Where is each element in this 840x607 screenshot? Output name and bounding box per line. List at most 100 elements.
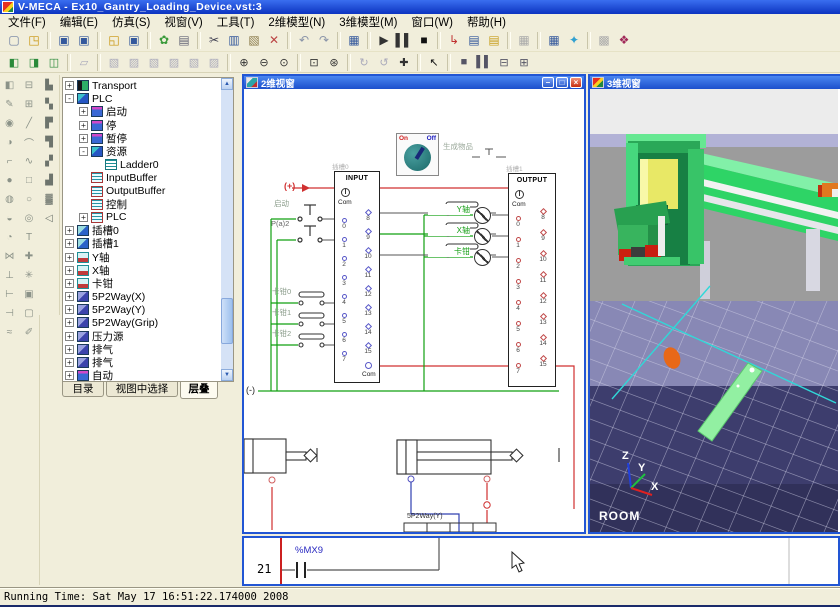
tree-item[interactable]: +PLC — [65, 211, 220, 224]
gripper-component-icon[interactable]: ▚ — [41, 96, 57, 113]
spray-tool-icon[interactable]: ◔ — [2, 229, 18, 246]
tree-toggle-icon[interactable]: + — [65, 358, 74, 367]
text-tool-icon[interactable]: T — [21, 229, 37, 246]
new-file-icon[interactable]: ▢ — [4, 31, 24, 50]
tree-toggle-icon[interactable]: + — [65, 332, 74, 341]
tree-item[interactable]: +Transport — [65, 79, 220, 92]
motor-component-icon[interactable]: ▓ — [41, 191, 57, 208]
group-tool-icon[interactable]: ▣ — [21, 286, 37, 303]
polyline-tool-icon[interactable]: ∿ — [21, 153, 37, 170]
tree-item[interactable]: +自动 — [65, 369, 220, 382]
tree-item[interactable]: InputBuffer — [65, 171, 220, 184]
orbit-view-icon[interactable]: ↺ — [374, 53, 394, 72]
tree-item[interactable]: +压力源 — [65, 330, 220, 343]
report-icon[interactable]: ▦ — [344, 31, 364, 50]
hint-bulb-icon[interactable]: ✦ — [564, 31, 584, 50]
cylinder-component-icon[interactable]: ▟ — [41, 172, 57, 189]
zoom-fit-icon[interactable]: ⊙ — [274, 53, 294, 72]
layout-quad-view-icon[interactable]: ◫ — [44, 53, 64, 72]
tree-toggle-icon[interactable]: + — [65, 305, 74, 314]
tree-item[interactable]: +5P2Way(Y) — [65, 303, 220, 316]
window-cascade-icon[interactable]: ⊞ — [514, 53, 534, 72]
power-knob-switch[interactable]: On Off — [396, 133, 439, 176]
cut-icon[interactable]: ✂ — [204, 31, 224, 50]
ellipse-tool-icon[interactable]: ○ — [21, 191, 37, 208]
undo-icon[interactable]: ↶ — [294, 31, 314, 50]
scroll-up-icon[interactable]: ▲ — [221, 78, 233, 90]
ungroup-tool-icon[interactable]: ▢ — [21, 305, 37, 322]
wire-connect-icon[interactable]: ↳ — [444, 31, 464, 50]
menu-2d-model[interactable]: 2维模型(N) — [268, 14, 325, 30]
tree-item[interactable]: +暂停 — [65, 132, 220, 145]
scroll-down-icon[interactable]: ▼ — [221, 369, 233, 381]
delete-icon[interactable]: ✕ — [264, 31, 284, 50]
view-front-icon[interactable]: ▧ — [104, 53, 124, 72]
tree-item[interactable]: +启动 — [65, 105, 220, 118]
minimize-button[interactable]: – — [542, 77, 554, 88]
help-book-icon[interactable]: ❖ — [614, 31, 634, 50]
rotate-view-icon[interactable]: ↻ — [354, 53, 374, 72]
3d-canvas[interactable]: Z Y X ROOM — [590, 89, 838, 532]
menu-window[interactable]: 窗口(W) — [411, 14, 453, 30]
view-left-icon[interactable]: ▧ — [144, 53, 164, 72]
pen-tool-icon[interactable]: ✐ — [21, 324, 37, 341]
paste-icon[interactable]: ▧ — [244, 31, 264, 50]
blob-tool-icon[interactable]: ◍ — [2, 191, 18, 208]
tree-toggle-icon[interactable]: + — [65, 226, 74, 235]
tree-toggle-icon[interactable]: + — [65, 279, 74, 288]
grid-panel-icon[interactable]: ▦ — [544, 31, 564, 50]
split-horizontal-icon[interactable]: ⊟ — [21, 77, 37, 94]
zoom-window-icon[interactable]: ⊡ — [304, 53, 324, 72]
tree-item[interactable]: 控制 — [65, 198, 220, 211]
tree-item[interactable]: +排气 — [65, 356, 220, 369]
warning-doc-icon[interactable]: ▤ — [484, 31, 504, 50]
arc-tool-icon[interactable]: ⌒ — [21, 134, 37, 151]
tree-item[interactable]: +5P2Way(Grip) — [65, 316, 220, 329]
tree-toggle-icon[interactable]: + — [65, 266, 74, 275]
press-component-icon[interactable]: ▙ — [41, 77, 57, 94]
spring-tool-icon[interactable]: ≈ — [2, 324, 18, 341]
relay-coil-gripper[interactable] — [474, 249, 491, 266]
select-region-tool-icon[interactable]: ◧ — [2, 77, 18, 94]
open-file-icon[interactable]: ◳ — [24, 31, 44, 50]
window-tile-vertical-icon[interactable]: ▌▌ — [474, 53, 494, 72]
menu-view[interactable]: 视窗(V) — [164, 14, 202, 30]
tree-item[interactable]: +排气 — [65, 343, 220, 356]
tree-item[interactable]: -PLC — [65, 92, 220, 105]
speaker-icon[interactable]: ◁ — [41, 210, 57, 227]
menu-3d-model[interactable]: 3维模型(M) — [339, 14, 397, 30]
eye-tool-icon[interactable]: ◎ — [21, 210, 37, 227]
tree-item[interactable]: +卡钳 — [65, 277, 220, 290]
tree-toggle-icon[interactable]: + — [79, 121, 88, 130]
knob-dial[interactable] — [404, 144, 431, 171]
tree-toggle-icon[interactable]: + — [65, 371, 74, 380]
tree-toggle-icon[interactable]: + — [65, 253, 74, 262]
transform-tool-icon[interactable]: ✳ — [21, 267, 37, 284]
print-icon[interactable]: ▤ — [174, 31, 194, 50]
view-back-icon[interactable]: ▨ — [124, 53, 144, 72]
robot-component-icon[interactable]: ▛ — [41, 115, 57, 132]
3d-window-title-bar[interactable]: 3维视窗 — [590, 76, 840, 89]
select-cursor-icon[interactable]: ↖ — [424, 53, 444, 72]
conveyor-component-icon[interactable]: ▜ — [41, 134, 57, 151]
tree-scrollbar[interactable]: ▲ ▼ — [221, 78, 233, 381]
menu-file[interactable]: 文件(F) — [8, 14, 46, 30]
tree-toggle-icon[interactable]: + — [79, 134, 88, 143]
menu-simulation[interactable]: 仿真(S) — [112, 14, 150, 30]
contrast-tool-icon[interactable]: ◑ — [2, 134, 18, 151]
run-icon[interactable]: ▶ — [374, 31, 394, 50]
relay-coil-y-axis[interactable] — [474, 207, 491, 224]
2d-window-title-bar[interactable]: 2维视窗 –□× — [244, 76, 584, 89]
tree-toggle-icon[interactable]: + — [65, 345, 74, 354]
hinge-tool-icon[interactable]: ⊢ — [2, 286, 18, 303]
pause-icon[interactable]: ▌▌ — [394, 31, 414, 50]
tree-item[interactable]: -资源 — [65, 145, 220, 158]
tree-item[interactable]: +X轴 — [65, 264, 220, 277]
save-all-icon[interactable]: ▣ — [74, 31, 94, 50]
menu-help[interactable]: 帮助(H) — [467, 14, 506, 30]
tab-cascade[interactable]: 层叠 — [180, 382, 218, 399]
menu-tools[interactable]: 工具(T) — [217, 14, 255, 30]
export-icon[interactable]: ✿ — [154, 31, 174, 50]
zoom-in-icon[interactable]: ⊕ — [234, 53, 254, 72]
tree-toggle-icon[interactable]: + — [65, 292, 74, 301]
